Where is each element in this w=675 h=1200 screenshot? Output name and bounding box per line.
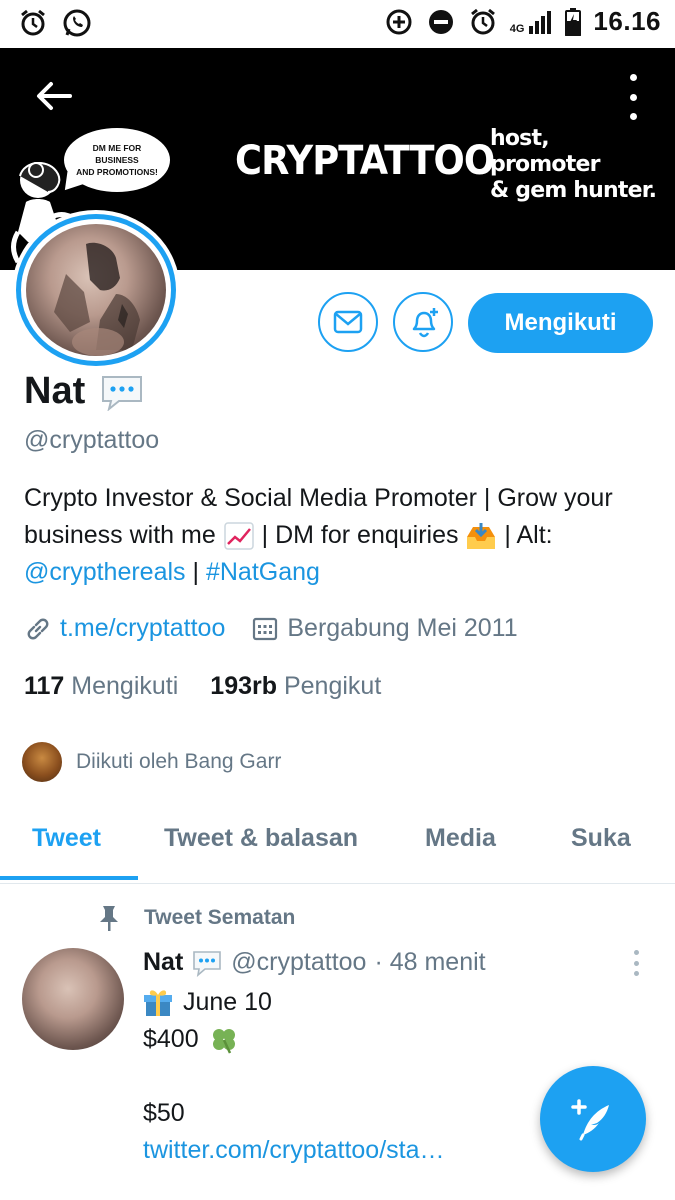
calendar-icon bbox=[253, 617, 278, 640]
tweet-body: June 10 $400 $50 twitter.com/cryptattoo/… bbox=[143, 984, 563, 1169]
tab-media[interactable]: Media bbox=[425, 824, 496, 853]
tab-tweet[interactable]: Tweet bbox=[32, 824, 101, 853]
profile-name: Nat bbox=[24, 370, 86, 412]
battery-icon bbox=[565, 7, 582, 36]
follower-avatar bbox=[20, 740, 64, 784]
do-not-disturb-icon bbox=[428, 9, 453, 34]
compose-tweet-button[interactable] bbox=[540, 1066, 646, 1172]
link-icon bbox=[27, 618, 49, 639]
tweet-overflow-button[interactable] bbox=[632, 950, 640, 976]
tweet-line-3: $50 bbox=[143, 1099, 185, 1127]
tagline-line-2: promoter bbox=[490, 152, 600, 177]
following-button[interactable]: Mengikuti bbox=[468, 293, 653, 353]
back-arrow-icon bbox=[37, 82, 72, 110]
tweet-author-avatar[interactable] bbox=[22, 948, 124, 1050]
network-type: 4G bbox=[509, 22, 525, 35]
mail-icon bbox=[333, 310, 363, 334]
avatar-photo bbox=[54, 242, 140, 356]
alarm-icon bbox=[21, 9, 45, 36]
bell-plus-icon bbox=[412, 308, 438, 338]
inbox-tray-emoji-icon bbox=[465, 521, 497, 551]
following-label: Mengikuti bbox=[71, 672, 179, 700]
four-leaf-clover-emoji-icon bbox=[212, 1028, 235, 1054]
overflow-menu-button[interactable] bbox=[621, 74, 645, 120]
compose-feather-icon bbox=[571, 1099, 609, 1141]
tweet-line: $50 bbox=[143, 1095, 563, 1132]
pinned-tweet-label: Tweet Sematan bbox=[144, 906, 296, 929]
status-bar: 4G 16.16 bbox=[0, 0, 675, 48]
bio-mention-link[interactable]: @crypthereals bbox=[24, 558, 186, 586]
tweet-header: Nat @cryptattoo · 48 menit bbox=[143, 948, 486, 977]
avatar-image bbox=[26, 224, 166, 356]
tweet-line: June 10 bbox=[143, 984, 563, 1021]
followers-stat[interactable]: 193rb Pengikut bbox=[210, 672, 381, 701]
tab-likes[interactable]: Suka bbox=[571, 824, 631, 853]
followers-count: 193rb bbox=[210, 672, 278, 700]
dot bbox=[629, 74, 637, 81]
back-button[interactable] bbox=[30, 72, 78, 120]
joined-date: Bergabung Mei 2011 bbox=[287, 614, 518, 642]
follow-stats: 117 Mengikuti 193rb Pengikut bbox=[24, 672, 381, 701]
speech-balloon-emoji-icon bbox=[193, 950, 222, 977]
followed-by-text: Diikuti oleh Bang Garr bbox=[76, 750, 282, 773]
followers-label: Pengikut bbox=[283, 672, 382, 700]
following-count: 117 bbox=[24, 672, 65, 700]
dot bbox=[633, 960, 639, 966]
bubble-line-1: DM ME FOR BUSINESS bbox=[92, 143, 142, 165]
bio-text-2: | DM for enquiries bbox=[254, 521, 459, 549]
tweet-link[interactable]: twitter.com/cryptattoo/sta… bbox=[143, 1132, 445, 1169]
tweet-line-2: $400 bbox=[143, 1025, 199, 1053]
profile-avatar[interactable] bbox=[12, 210, 180, 370]
tweet-author-handle: @cryptattoo bbox=[231, 948, 367, 976]
tweet-author-name[interactable]: Nat bbox=[143, 948, 183, 977]
bio-hashtag-link[interactable]: #NatGang bbox=[206, 558, 320, 586]
dot bbox=[633, 950, 639, 955]
bio-text-3: | Alt: bbox=[497, 521, 553, 549]
tagline-line-3: & gem hunter. bbox=[490, 178, 657, 203]
banner-brand: CRYPTATTOO bbox=[235, 138, 495, 184]
whatsapp-icon bbox=[63, 9, 91, 37]
profile-website-link[interactable]: t.me/cryptattoo bbox=[60, 614, 225, 643]
data-saver-icon bbox=[386, 9, 412, 34]
alarm-icon bbox=[470, 8, 495, 34]
tweet-line: twitter.com/cryptattoo/sta… bbox=[143, 1132, 563, 1169]
dot bbox=[633, 971, 639, 976]
avatar-ring bbox=[16, 214, 176, 366]
gift-emoji-icon bbox=[144, 989, 172, 1016]
followed-by-row[interactable]: Diikuti oleh Bang Garr bbox=[20, 740, 281, 784]
tweet-line: $400 bbox=[143, 1021, 563, 1058]
speech-balloon-emoji-icon bbox=[102, 375, 143, 411]
tagline-line-1: host, bbox=[490, 126, 550, 151]
profile-bio: Crypto Investor & Social Media Promoter … bbox=[24, 480, 654, 591]
tab-tweet-replies[interactable]: Tweet & balasan bbox=[164, 824, 358, 853]
clock: 16.16 bbox=[593, 6, 661, 36]
notification-button[interactable] bbox=[393, 292, 453, 352]
pin-icon bbox=[100, 906, 118, 931]
profile-handle: @cryptattoo bbox=[24, 426, 160, 454]
tweet-line-1: June 10 bbox=[183, 988, 272, 1016]
pinned-tweet-label-row: Tweet Sematan bbox=[96, 904, 295, 932]
profile-name-row: Nat bbox=[24, 370, 145, 413]
following-stat[interactable]: 117 Mengikuti bbox=[24, 672, 178, 701]
dot bbox=[629, 113, 637, 120]
banner-tagline: host, promoter & gem hunter. bbox=[490, 126, 657, 204]
message-button[interactable] bbox=[318, 292, 378, 352]
profile-meta-row: t.me/cryptattoo Bergabung Mei 2011 bbox=[24, 614, 518, 643]
active-tab-indicator bbox=[0, 876, 138, 880]
tweet-timestamp: · 48 menit bbox=[374, 948, 486, 976]
signal-icon bbox=[529, 10, 552, 34]
profile-tabs: Tweet Tweet & balasan Media Suka bbox=[0, 800, 675, 884]
dot bbox=[629, 93, 637, 101]
bio-separator: | bbox=[185, 558, 206, 586]
bubble-line-2: AND PROMOTIONS! bbox=[76, 167, 158, 177]
chart-increasing-emoji-icon bbox=[223, 521, 255, 551]
